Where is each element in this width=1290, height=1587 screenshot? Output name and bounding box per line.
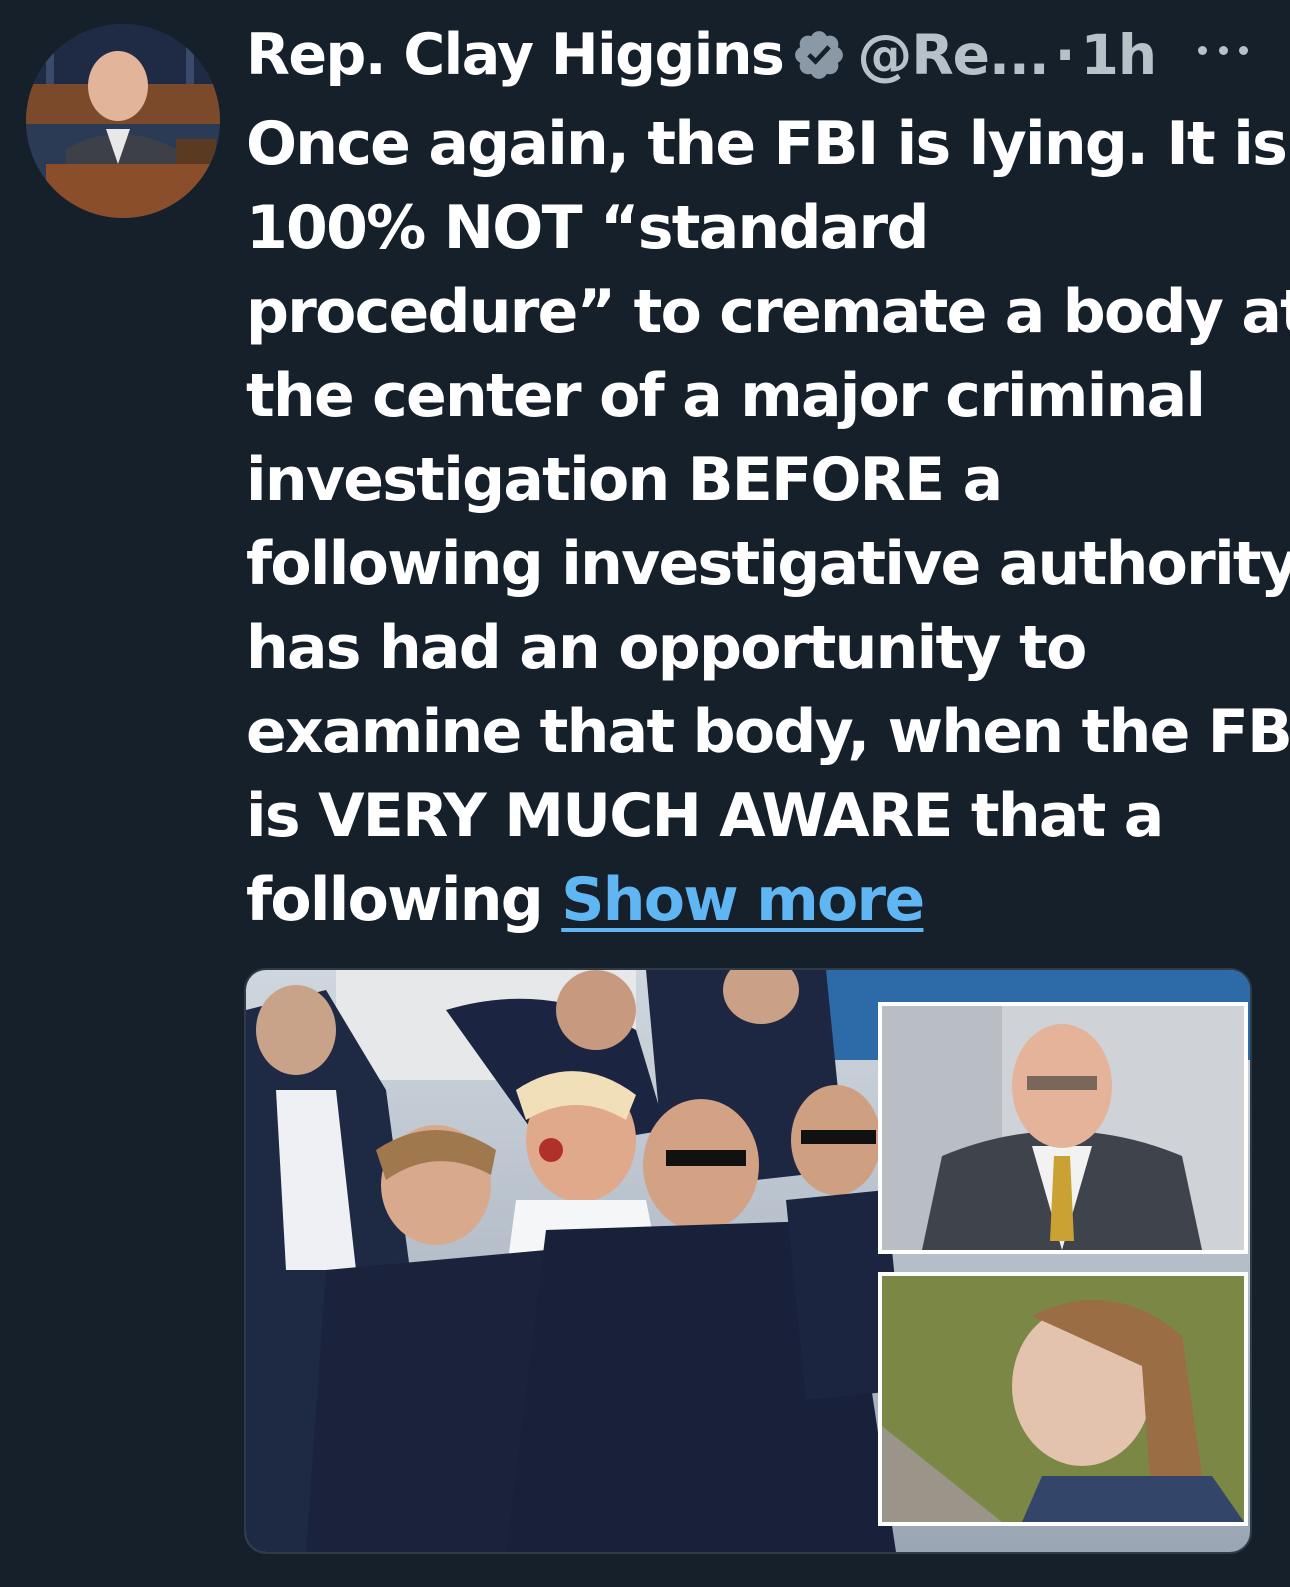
- inset-photo-bottom[interactable]: [878, 1272, 1248, 1526]
- more-options-icon[interactable]: [1198, 30, 1248, 70]
- inset-photo-bottom-image: [882, 1276, 1244, 1522]
- tweet-line: has had an opportunity to: [246, 613, 1087, 683]
- avatar-image: [26, 24, 220, 218]
- more-dot: [1198, 45, 1207, 55]
- separator-dot: ·: [1054, 23, 1076, 87]
- avatar[interactable]: [26, 24, 220, 218]
- inset-photo-top-image: [882, 1006, 1244, 1250]
- verified-badge-icon[interactable]: [791, 27, 847, 83]
- tweet-line: following investigative authority: [246, 529, 1290, 599]
- inset-photo-top[interactable]: [878, 1002, 1248, 1254]
- tweet-line: procedure” to cremate a body at: [246, 277, 1290, 347]
- timestamp[interactable]: 1h: [1081, 23, 1157, 87]
- author-handle[interactable]: @Re...: [857, 23, 1049, 87]
- tweet-line-last-text: following: [246, 865, 544, 935]
- tweet-text: Once again, the FBI is lying. It is 100%…: [246, 102, 1290, 942]
- tweet-media-image[interactable]: [244, 968, 1252, 1554]
- author-name[interactable]: Rep. Clay Higgins: [246, 22, 785, 88]
- tweet-line: Once again, the FBI is lying. It is: [246, 109, 1288, 179]
- tweet-line: examine that body, when the FBI: [246, 697, 1290, 767]
- tweet-line: investigation BEFORE a: [246, 445, 1003, 515]
- tweet-line: 100% NOT “standard: [246, 193, 929, 263]
- tweet-header: Rep. Clay Higgins @Re... · 1h: [246, 20, 1157, 90]
- show-more-link[interactable]: Show more: [561, 865, 925, 935]
- more-dot: [1218, 45, 1228, 55]
- tweet-line: is VERY MUCH AWARE that a: [246, 781, 1164, 851]
- tweet-line-last: following Show more: [246, 858, 1256, 942]
- more-dot: [1239, 45, 1248, 55]
- tweet-line: the center of a major criminal: [246, 361, 1206, 431]
